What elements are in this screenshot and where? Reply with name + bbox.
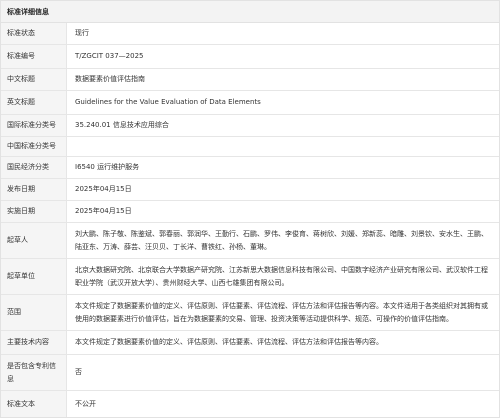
row-ccs: 中国标准分类号 [1, 137, 499, 157]
row-ics: 国际标准分类号 35.240.01 信息技术应用综合 [1, 115, 499, 137]
row-standard-text: 标准文本 不公开 [1, 391, 499, 417]
row-publish-date: 发布日期 2025年04月15日 [1, 179, 499, 201]
row-value [67, 137, 499, 156]
row-label: 主要技术内容 [1, 331, 67, 354]
row-value: 北京大数据研究院、北京联合大学数据产研究院、江苏新思大数据信息科技有限公司、中国… [75, 265, 488, 287]
row-label: 标准编号 [1, 45, 67, 68]
row-label: 中文标题 [1, 69, 67, 90]
row-value: I6540 运行维护服务 [75, 163, 140, 171]
row-value: 2025年04月15日 [75, 185, 132, 193]
row-label: 起草单位 [1, 259, 67, 294]
row-label: 英文标题 [1, 91, 67, 114]
row-scope: 范围 本文件规定了数据要素价值的定义、评估原则、评估要素、评估流程、评估方法和评… [1, 295, 499, 331]
row-value: T/ZGCIT 037—2025 [75, 52, 144, 60]
row-value: Guidelines for the Value Evaluation of D… [75, 98, 261, 106]
row-english-title: 英文标题 Guidelines for the Value Evaluation… [1, 91, 499, 115]
row-drafting-units: 起草单位 北京大数据研究院、北京联合大学数据产研究院、江苏新思大数据信息科技有限… [1, 259, 499, 295]
row-label: 起草人 [1, 223, 67, 258]
row-label: 范围 [1, 295, 67, 330]
row-main-content: 主要技术内容 本文件规定了数据要素价值的定义、评估原则、评估要素、评估流程、评估… [1, 331, 499, 355]
row-value: 35.240.01 信息技术应用综合 [75, 121, 169, 129]
row-value: 本文件规定了数据要素价值的定义、评估原则、评估要素、评估流程、评估方法和评估报告… [75, 338, 383, 346]
row-chinese-title: 中文标题 数据要素价值评估指南 [1, 69, 499, 91]
row-value: 本文件规定了数据要素价值的定义、评估原则、评估要素、评估流程、评估方法和评估报告… [75, 301, 488, 323]
row-status: 标准状态 现行 [1, 23, 499, 45]
row-value: 不公开 [75, 399, 96, 408]
row-patent-info: 是否包含专利信息 否 [1, 355, 499, 391]
row-value: 否 [75, 368, 82, 376]
row-value: 数据要素价值评估指南 [75, 75, 145, 83]
row-value: 现行 [75, 29, 89, 37]
row-value: 2025年04月15日 [75, 207, 132, 215]
row-standard-number: 标准编号 T/ZGCIT 037—2025 [1, 45, 499, 69]
row-economic-class: 国民经济分类 I6540 运行维护服务 [1, 157, 499, 179]
row-label: 是否包含专利信息 [1, 355, 67, 390]
panel-title: 标准详细信息 [1, 1, 499, 23]
standard-detail-panel: 标准详细信息 标准状态 现行 标准编号 T/ZGCIT 037—2025 中文标… [0, 0, 500, 418]
row-effective-date: 实施日期 2025年04月15日 [1, 201, 499, 223]
row-label: 标准文本 [1, 391, 67, 417]
row-label: 标准状态 [1, 23, 67, 44]
row-drafters: 起草人 刘大鹏、陈子敬、陈鉴斌、郭春丽、郭润华、王勤行、石鹏、罗伟、李俊育、蒋树… [1, 223, 499, 259]
row-label: 发布日期 [1, 179, 67, 200]
row-value: 刘大鹏、陈子敬、陈鉴斌、郭春丽、郭润华、王勤行、石鹏、罗伟、李俊育、蒋树欣、刘媛… [75, 229, 488, 251]
row-label: 中国标准分类号 [1, 137, 67, 156]
row-label: 实施日期 [1, 201, 67, 222]
row-label: 国际标准分类号 [1, 115, 67, 136]
row-label: 国民经济分类 [1, 157, 67, 178]
